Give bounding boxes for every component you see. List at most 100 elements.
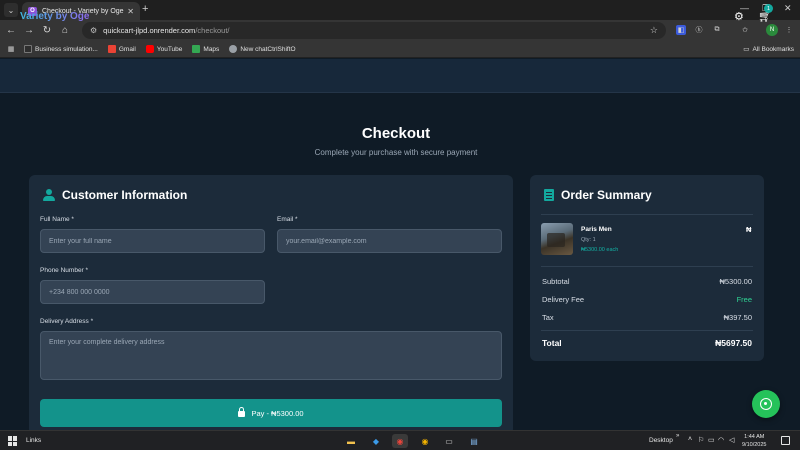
pay-button[interactable]: Pay - ₦5300.00 (40, 399, 502, 427)
folder-icon: ▭ (743, 46, 750, 53)
app-icon[interactable]: ▤ (466, 434, 482, 448)
bookmark-label: New chatCtrlShiftO (240, 45, 296, 53)
total-label: Total (542, 338, 562, 348)
product-image (541, 223, 573, 255)
chrome-menu-icon[interactable]: ⋮ (784, 25, 794, 35)
whatsapp-icon (760, 398, 772, 410)
bookmark-gmail[interactable]: Gmail (107, 45, 136, 53)
browser-tab-bar: ⌄ O Checkout - Variety by Oge ✕ + — ❐ ✕ (0, 0, 800, 20)
tray-chevron-icon[interactable]: » (676, 433, 679, 439)
file-explorer-icon[interactable]: ▬ (343, 434, 359, 448)
bookmark-label: Maps (203, 45, 220, 53)
tab-search-icon[interactable]: ⌄ (4, 3, 18, 17)
lock-icon (238, 407, 246, 417)
subtotal-value: ₦5300.00 (719, 277, 752, 286)
extension-icon[interactable]: ◧ (676, 25, 686, 35)
email-input[interactable] (277, 229, 502, 253)
page-title: Checkout (361, 125, 431, 142)
address-label: Delivery Address * (40, 318, 94, 325)
url-path: /checkout/ (195, 26, 230, 35)
subtotal-label: Subtotal (542, 277, 570, 286)
bookmark-label: YouTube (156, 45, 183, 53)
youtube-icon (145, 45, 154, 53)
clock-date: 9/10/2025 (742, 442, 767, 448)
bookmark-star-icon[interactable]: ☆ (650, 25, 658, 36)
extensions-puzzle-icon[interactable]: ⧉ (712, 25, 722, 35)
reading-list-icon[interactable]: ✩ (740, 25, 750, 35)
bookmark-label: Business simulation... (35, 45, 98, 53)
divider (541, 330, 753, 331)
customer-info-card (29, 175, 513, 435)
page-subtitle: Complete your purchase with secure payme… (314, 148, 478, 157)
divider (541, 214, 753, 215)
bookmark-youtube[interactable]: YouTube (145, 45, 183, 53)
home-icon[interactable]: ⌂ (56, 25, 74, 36)
product-price: ₦ (746, 225, 752, 234)
wifi-icon[interactable]: ◠ (718, 436, 724, 444)
divider (541, 266, 753, 267)
section-title: Customer Information (62, 188, 188, 202)
battery-icon[interactable]: ▭ (708, 436, 715, 444)
language-icon[interactable]: ⚐ (698, 436, 704, 444)
tray-expand-icon[interactable]: ˄ (688, 436, 692, 443)
terminal-icon[interactable]: ▭ (441, 434, 457, 448)
chrome-alt-icon[interactable]: ◉ (417, 434, 433, 448)
address-textarea[interactable] (40, 331, 502, 380)
brand-logo[interactable]: Variety by Oge (20, 11, 89, 22)
address-bar[interactable]: ⚙ quickcart-jlpd.onrender.com/checkout/ … (82, 22, 666, 39)
phone-label: Phone Number * (40, 267, 89, 274)
all-bookmarks-label: All Bookmarks (752, 45, 794, 53)
delivery-fee-value: Free (736, 295, 752, 304)
order-summary-card (530, 175, 764, 361)
globe-icon (229, 45, 238, 53)
all-bookmarks[interactable]: ▭ All Bookmarks (743, 45, 794, 54)
taskbar: Links ▬ ◆ ◉ ◉ ▭ ▤ Desktop » ˄ ⚐ ▭ ◠ ◁ 1:… (0, 430, 800, 450)
gmail-icon (107, 45, 116, 53)
product-qty: Qty: 1 (581, 237, 596, 243)
vscode-icon[interactable]: ◆ (368, 434, 384, 448)
system-clock[interactable]: 1:44 AM 9/10/2025 (742, 433, 766, 449)
windows-start-icon[interactable] (8, 436, 18, 446)
profile-avatar[interactable]: N (766, 24, 778, 36)
full-name-label: Full Name * (40, 216, 74, 223)
tax-label: Tax (542, 313, 554, 322)
extension-h-icon[interactable]: ⓗ (694, 25, 704, 35)
site-header (0, 59, 800, 93)
back-icon[interactable]: ← (2, 25, 20, 36)
section-title: Order Summary (561, 188, 652, 202)
user-icon (43, 189, 55, 201)
sim-icon (24, 45, 32, 53)
close-window-icon[interactable]: ✕ (784, 3, 792, 14)
notification-icon[interactable] (781, 436, 790, 445)
full-name-input[interactable] (40, 229, 265, 253)
new-tab-icon[interactable]: + (142, 3, 148, 15)
customer-info-heading: Customer Information (43, 188, 187, 202)
bookmark-new-chat[interactable]: New chatCtrlShiftO (229, 45, 296, 53)
product-unit-price: ₦5300.00 each (581, 247, 619, 253)
forward-icon[interactable]: → (20, 25, 38, 36)
site-info-icon[interactable]: ⚙ (90, 26, 97, 35)
order-summary-heading: Order Summary (544, 188, 652, 202)
volume-icon[interactable]: ◁ (729, 436, 734, 444)
email-label: Email * (277, 216, 298, 223)
tax-value: ₦397.50 (723, 313, 752, 322)
product-name: Paris Men (581, 226, 612, 233)
bookmark-business-simulation[interactable]: Business simulation... (24, 45, 98, 53)
phone-input[interactable] (40, 280, 265, 304)
maps-icon (192, 45, 201, 53)
total-value: ₦5697.50 (715, 338, 752, 348)
bookmarks-bar: ▦ Business simulation... Gmail YouTube M… (0, 41, 800, 58)
bookmark-maps[interactable]: Maps (192, 45, 219, 53)
whatsapp-chat-button[interactable] (752, 390, 780, 418)
taskbar-links[interactable]: Links (26, 437, 41, 444)
tab-close-icon[interactable]: ✕ (127, 7, 134, 16)
settings-gear-icon[interactable]: ⚙ (734, 10, 744, 23)
taskbar-desktop[interactable]: Desktop (649, 437, 673, 444)
bookmark-label: Gmail (118, 45, 136, 53)
pay-button-label: Pay - ₦5300.00 (251, 408, 304, 418)
apps-grid-icon[interactable]: ▦ (6, 44, 16, 54)
chrome-icon[interactable]: ◉ (392, 434, 408, 448)
reload-icon[interactable]: ↻ (38, 25, 56, 36)
browser-toolbar: ← → ↻ ⌂ ⚙ quickcart-jlpd.onrender.com/ch… (0, 20, 800, 41)
clock-time: 1:44 AM (744, 434, 765, 440)
